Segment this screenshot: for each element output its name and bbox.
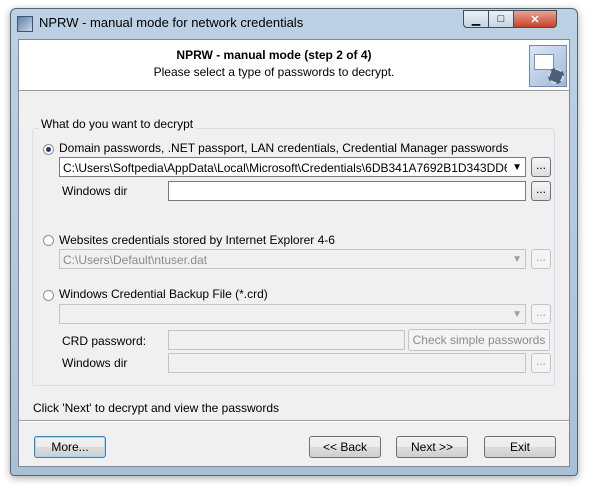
exit-button[interactable]: Exit (484, 436, 556, 458)
browse-credentials-button[interactable]: ... (531, 157, 551, 177)
app-icon (17, 16, 33, 32)
radio-ie-credentials[interactable] (43, 235, 54, 246)
check-simple-passwords-button[interactable]: Check simple passwords >> (408, 329, 550, 367)
footer-divider (19, 420, 569, 422)
maximize-button[interactable]: □ (488, 10, 514, 28)
title-bar[interactable]: NPRW - manual mode for network credentia… (11, 9, 577, 39)
option-crd-label[interactable]: Windows Credential Backup File (*.crd) (59, 287, 268, 301)
wizard-gear-icon (529, 45, 567, 87)
window-title: NPRW - manual mode for network credentia… (39, 15, 304, 30)
minimize-button[interactable]: ▁ (463, 10, 489, 28)
chevron-down-icon: ▼ (512, 254, 522, 265)
chevron-down-icon: ▼ (512, 309, 522, 320)
hint-text: Click 'Next' to decrypt and view the pas… (33, 401, 280, 415)
browse-windows-dir-button[interactable]: ... (531, 181, 551, 201)
group-label: What do you want to decrypt (39, 117, 196, 131)
radio-domain-passwords[interactable] (43, 144, 54, 155)
crd-password-label: CRD password: (62, 334, 147, 348)
crd-path-combo[interactable]: ▼ (59, 304, 526, 324)
step-title: NPRW - manual mode (step 2 of 4) (176, 48, 372, 62)
close-icon: ✕ (530, 13, 540, 26)
step-subtitle: Please select a type of passwords to dec… (153, 65, 395, 79)
option-domain-label[interactable]: Domain passwords, .NET passport, LAN cre… (59, 141, 508, 155)
app-window: NPRW - manual mode for network credentia… (10, 8, 578, 476)
crd-password-input[interactable] (168, 330, 405, 350)
wizard-header: NPRW - manual mode (step 2 of 4) Please … (19, 40, 569, 91)
radio-crd-file[interactable] (43, 290, 54, 301)
back-button[interactable]: << Back (309, 436, 381, 458)
windows-dir-label: Windows dir (62, 184, 128, 198)
next-button[interactable]: Next >> (396, 436, 468, 458)
ntuser-path-value: C:\Users\Default\ntuser.dat (63, 253, 208, 267)
dialog-client: NPRW - manual mode (step 2 of 4) Please … (18, 39, 570, 467)
browse-ntuser-button[interactable]: ... (531, 249, 551, 269)
windows-dir-input[interactable] (168, 181, 526, 201)
option-ie-label[interactable]: Websites credentials stored by Internet … (59, 233, 335, 247)
close-button[interactable]: ✕ (513, 10, 557, 28)
minimize-icon: ▁ (471, 13, 481, 26)
crd-windows-dir-input[interactable] (168, 353, 526, 373)
crd-windows-dir-label: Windows dir (62, 356, 128, 370)
browse-crd-windows-dir-button[interactable]: ... (531, 353, 551, 373)
credentials-path-value: C:\Users\Softpedia\AppData\Local\Microso… (63, 161, 507, 175)
more-button[interactable]: More... (34, 436, 106, 458)
credentials-path-combo[interactable]: C:\Users\Softpedia\AppData\Local\Microso… (59, 157, 526, 177)
chevron-down-icon: ▼ (512, 162, 522, 173)
browse-crd-button[interactable]: ... (531, 304, 551, 324)
ntuser-path-combo[interactable]: C:\Users\Default\ntuser.dat ▼ (59, 249, 526, 269)
maximize-icon: □ (497, 13, 505, 25)
